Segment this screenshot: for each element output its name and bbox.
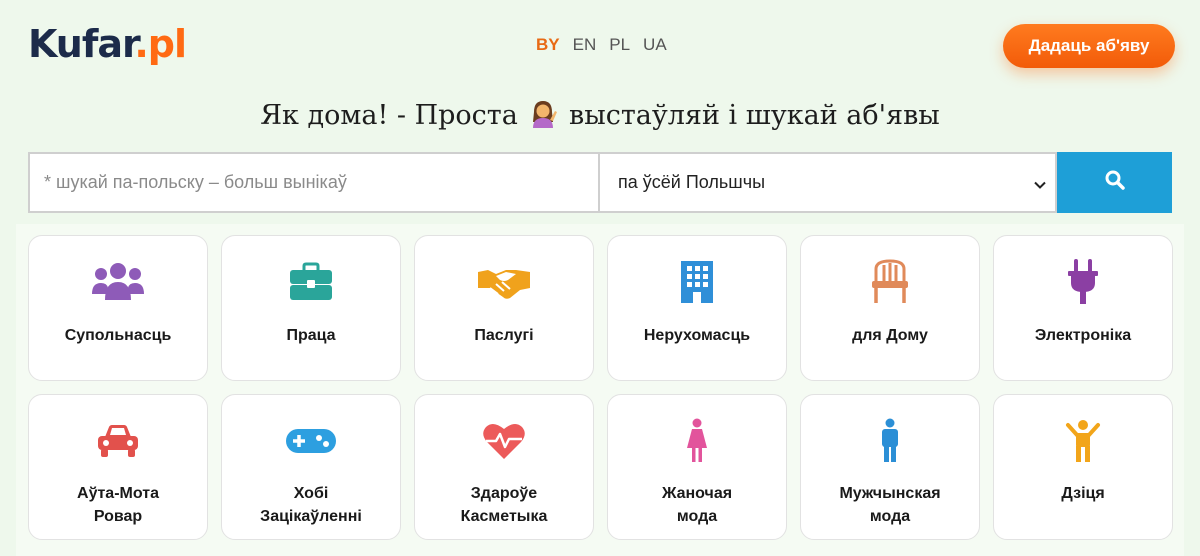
search-icon xyxy=(1104,169,1126,196)
category-card-hobby[interactable]: Хобі Зацікаўленні xyxy=(221,394,401,540)
category-grid: Супольнасць Праца Паслугі Нерухомасць дл… xyxy=(28,235,1173,540)
car-icon xyxy=(90,417,146,465)
category-label: Здароўе Касметыка xyxy=(460,485,548,525)
category-card-kids[interactable]: Дзіця xyxy=(993,394,1173,540)
woman-icon xyxy=(669,417,725,465)
chair-icon xyxy=(862,258,918,306)
logo-suffix-text: .pl xyxy=(134,22,187,66)
person-tipping-hand-icon xyxy=(528,98,558,128)
category-card-community[interactable]: Супольнасць xyxy=(28,235,208,381)
handshake-icon xyxy=(476,258,532,306)
category-card-men-fashion[interactable]: Мужчынская мода xyxy=(800,394,980,540)
man-icon xyxy=(862,417,918,465)
category-label: Дзіця xyxy=(1061,485,1105,502)
chevron-down-icon xyxy=(1033,176,1047,197)
search-bar: па ўсёй Польшчы xyxy=(28,152,1172,213)
category-card-services[interactable]: Паслугі xyxy=(414,235,594,381)
lang-pl[interactable]: PL xyxy=(609,34,630,56)
category-card-women-fashion[interactable]: Жаночая мода xyxy=(607,394,787,540)
logo-main-text: Kufar xyxy=(28,22,135,66)
lang-en[interactable]: EN xyxy=(573,34,597,56)
category-card-electronics[interactable]: Электроніка xyxy=(993,235,1173,381)
headline-text-after: выстаўляй і шукай аб'явы xyxy=(569,100,940,131)
post-ad-button[interactable]: Дадаць аб'яву xyxy=(1003,24,1175,68)
category-card-auto[interactable]: Аўта-Мота Ровар xyxy=(28,394,208,540)
heart-pulse-icon xyxy=(476,417,532,465)
lang-ua[interactable]: UA xyxy=(643,34,667,56)
category-card-home[interactable]: для Дому xyxy=(800,235,980,381)
search-button[interactable] xyxy=(1057,152,1172,213)
region-select-value: па ўсёй Польшчы xyxy=(618,172,766,192)
region-select[interactable]: па ўсёй Польшчы xyxy=(599,152,1057,213)
building-icon xyxy=(669,258,725,306)
category-label: Электроніка xyxy=(1034,327,1132,344)
category-label: Супольнасць xyxy=(64,327,172,344)
child-icon xyxy=(1055,417,1111,465)
plug-icon xyxy=(1055,258,1111,306)
gamepad-icon xyxy=(283,417,339,465)
category-label: Паслугі xyxy=(474,327,534,344)
search-input[interactable] xyxy=(28,152,599,213)
lang-by[interactable]: BY xyxy=(536,34,560,56)
headline-text-before: Як дома! - Проста xyxy=(260,100,518,131)
people-group-icon xyxy=(90,258,146,306)
category-label: Нерухомасць xyxy=(643,327,751,344)
category-label: Жаночая мода xyxy=(661,485,733,525)
kufar-logo[interactable]: Kufar.pl xyxy=(28,22,187,66)
category-label: Мужчынская мода xyxy=(839,485,941,525)
category-label: Аўта-Мота Ровар xyxy=(77,485,159,525)
category-label: Праца xyxy=(286,327,336,344)
briefcase-icon xyxy=(283,258,339,306)
language-switcher: BY EN PL UA xyxy=(536,34,667,56)
page-headline: Як дома! - Проста выстаўляй і шукай аб'я… xyxy=(0,96,1200,136)
category-card-real-estate[interactable]: Нерухомасць xyxy=(607,235,787,381)
category-label: Хобі Зацікаўленні xyxy=(260,485,362,525)
category-card-work[interactable]: Праца xyxy=(221,235,401,381)
category-card-health[interactable]: Здароўе Касметыка xyxy=(414,394,594,540)
category-label: для Дому xyxy=(852,327,928,344)
